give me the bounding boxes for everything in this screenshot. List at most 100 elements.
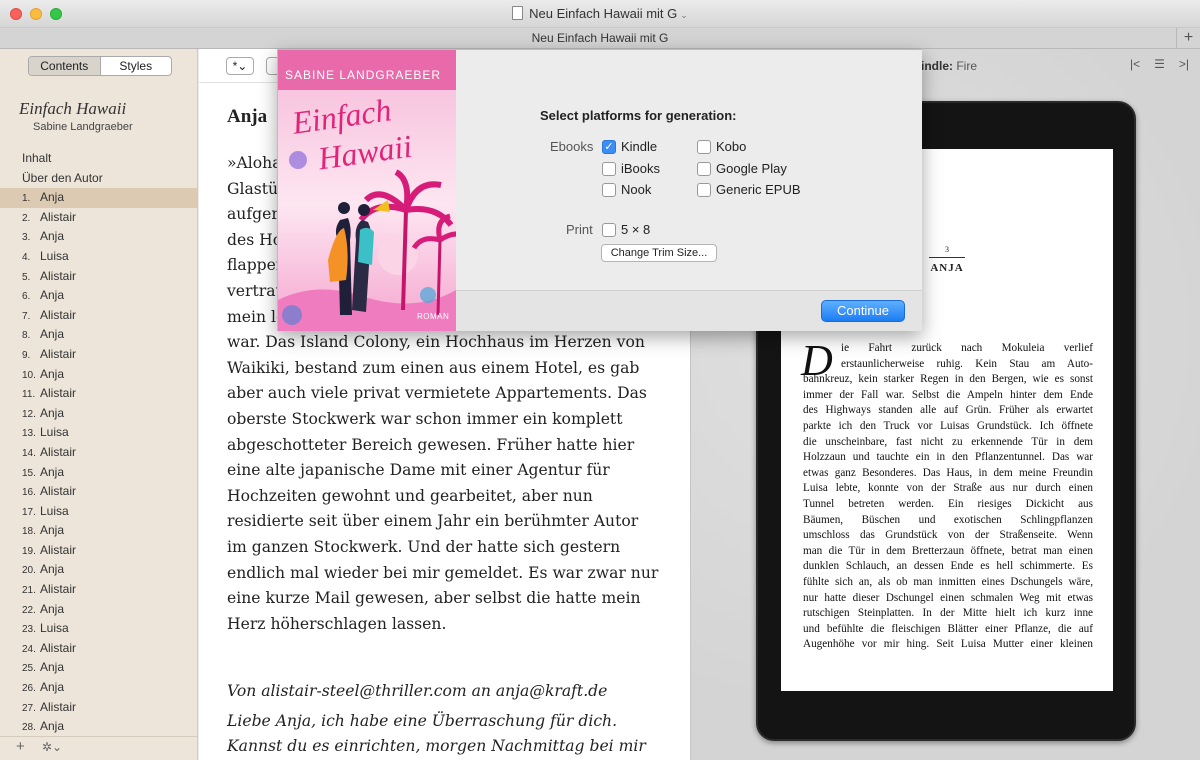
sidebar-item[interactable]: 7. Alistair bbox=[0, 306, 197, 326]
first-page-icon[interactable]: |< bbox=[1130, 57, 1140, 71]
sidebar-item-number: 5. bbox=[22, 271, 31, 283]
sidebar-item-number: 28. bbox=[22, 722, 36, 734]
sidebar-item[interactable]: 14. Alistair bbox=[0, 443, 197, 463]
sidebar-item[interactable]: 20. Anja bbox=[0, 560, 197, 580]
sidebar-item[interactable]: 24. Alistair bbox=[0, 639, 197, 659]
window-title-area[interactable]: Neu Einfach Hawaii mit G ⌄ bbox=[0, 6, 1200, 21]
sidebar-item[interactable]: 4. Luisa bbox=[0, 247, 197, 267]
sidebar-item[interactable]: Inhalt bbox=[0, 149, 197, 169]
continue-button[interactable]: Continue bbox=[821, 300, 905, 322]
change-trim-size-button[interactable]: Change Trim Size... bbox=[601, 244, 717, 262]
sidebar-item-number: 4. bbox=[22, 251, 31, 263]
sidebar-item[interactable]: 2. Alistair bbox=[0, 208, 197, 228]
sidebar-item[interactable]: 18. Anja bbox=[0, 521, 197, 541]
sidebar-item-label: Anja bbox=[40, 719, 65, 734]
print-5x8-checkbox[interactable]: 5 × 8 bbox=[602, 222, 650, 237]
preview-text-line: etwas ganz Besonderes. Das Haus, in dem … bbox=[803, 466, 1093, 479]
text-line: oberste Stockwerk war schon immer ein ko… bbox=[227, 409, 623, 428]
sidebar-item[interactable]: Über den Autor bbox=[0, 169, 197, 189]
window-title: Neu Einfach Hawaii mit G bbox=[529, 6, 678, 21]
preview-text-line: parkte ich den Truck vor Luisas Grundstü… bbox=[803, 419, 1093, 432]
title-bar: Neu Einfach Hawaii mit G ⌄ bbox=[0, 0, 1200, 28]
email-line: Liebe Anja, ich habe eine Überraschung f… bbox=[227, 711, 618, 730]
sidebar-item[interactable]: 27. Alistair bbox=[0, 698, 197, 718]
sidebar-item[interactable]: 15. Anja bbox=[0, 463, 197, 483]
sidebar-item-number: 13. bbox=[22, 428, 36, 440]
sidebar-item[interactable]: 9. Alistair bbox=[0, 345, 197, 365]
tab-styles[interactable]: Styles bbox=[101, 57, 172, 75]
tab-contents[interactable]: Contents bbox=[29, 57, 101, 75]
dialog-footer: Continue bbox=[456, 290, 922, 331]
email-block[interactable]: Von alistair-steel@thriller.com an anja@… bbox=[227, 679, 667, 760]
book-cover: SABINE LANDGRAEBER Einfach Hawaii ROMAN bbox=[278, 50, 456, 331]
sidebar-item-number: 17. bbox=[22, 506, 36, 518]
list-icon[interactable]: ☰ bbox=[1154, 57, 1165, 71]
sidebar-item[interactable]: 12. Anja bbox=[0, 404, 197, 424]
sidebar-item-label: Anja bbox=[40, 327, 65, 342]
google-play-checkbox[interactable]: Google Play bbox=[697, 161, 787, 176]
sidebar-item-number: 25. bbox=[22, 663, 36, 675]
sidebar-item[interactable]: 16. Alistair bbox=[0, 482, 197, 502]
chevron-down-icon: ⌄ bbox=[680, 10, 688, 20]
sidebar-item-number: 14. bbox=[22, 447, 36, 459]
cover-author: SABINE LANDGRAEBER bbox=[285, 68, 442, 82]
sidebar-item[interactable]: 6. Anja bbox=[0, 286, 197, 306]
sidebar-item[interactable]: 13. Luisa bbox=[0, 423, 197, 443]
checkbox-box bbox=[602, 222, 616, 237]
sidebar-item[interactable]: 10. Anja bbox=[0, 365, 197, 385]
sidebar-item[interactable]: 21. Alistair bbox=[0, 580, 197, 600]
sidebar-item-number: 16. bbox=[22, 487, 36, 499]
dialog-heading: Select platforms for generation: bbox=[540, 108, 737, 123]
preview-text-line: immer der Fall war. Selbst die Ampeln hi… bbox=[803, 388, 1093, 401]
generic-epub-checkbox[interactable]: Generic EPUB bbox=[697, 182, 801, 197]
sidebar-item-number: 27. bbox=[22, 702, 36, 714]
checkbox-box bbox=[602, 182, 616, 197]
sidebar-item-label: Alistair bbox=[40, 484, 77, 499]
sidebar-item[interactable]: 26. Anja bbox=[0, 678, 197, 698]
sidebar-item-number: 1. bbox=[22, 193, 31, 205]
kindle-label: Kindle bbox=[621, 139, 658, 154]
sidebar-item[interactable]: 5. Alistair bbox=[0, 267, 197, 287]
email-header: Von alistair-steel@thriller.com an anja@… bbox=[227, 682, 608, 700]
email-line: Kannst du es einrichten, morgen Nachmitt… bbox=[227, 737, 646, 756]
kindle-checkbox[interactable]: ✓ Kindle bbox=[602, 139, 657, 154]
sidebar-item-number: 22. bbox=[22, 604, 36, 616]
last-page-icon[interactable]: >| bbox=[1179, 57, 1189, 71]
device-selector[interactable]: indle: Fire bbox=[921, 59, 977, 73]
nook-checkbox[interactable]: Nook bbox=[602, 182, 651, 197]
gear-icon[interactable]: ✲⌄ bbox=[42, 740, 62, 754]
sidebar-item[interactable]: 23. Luisa bbox=[0, 619, 197, 639]
text-line: Waikiki, bestand zum einen aus einem Hot… bbox=[227, 358, 640, 377]
device-name: Fire bbox=[956, 59, 978, 73]
tab-title[interactable]: Neu Einfach Hawaii mit G bbox=[0, 31, 1200, 45]
print-label: Print bbox=[566, 222, 593, 237]
sidebar-item-number: 21. bbox=[22, 585, 36, 597]
checkbox-box bbox=[697, 161, 711, 176]
sidebar-item[interactable]: 17. Luisa bbox=[0, 502, 197, 522]
preview-text: ie Fahrt zurück nach Mokuleia verlief ers… bbox=[803, 341, 1093, 653]
sidebar-item-number: 19. bbox=[22, 545, 36, 557]
book-title[interactable]: Einfach Hawaii bbox=[19, 99, 126, 119]
new-tab-button[interactable]: + bbox=[1176, 28, 1200, 49]
checkbox-box bbox=[602, 161, 616, 176]
sidebar-item[interactable]: 25. Anja bbox=[0, 658, 197, 678]
sidebar-item-label: Anja bbox=[40, 601, 65, 616]
text-line: Herz höherschlagen lassen. bbox=[227, 614, 447, 633]
preview-text-line: umschloss das Grundstück von der Straßen… bbox=[803, 529, 1093, 542]
chapter-heading[interactable]: Anja bbox=[227, 106, 267, 128]
ibooks-checkbox[interactable]: iBooks bbox=[602, 161, 660, 176]
sidebar-item[interactable]: 28. Anja bbox=[0, 717, 197, 737]
kobo-checkbox[interactable]: Kobo bbox=[697, 139, 746, 154]
sidebar-item[interactable]: 8. Anja bbox=[0, 325, 197, 345]
add-section-button[interactable]: + bbox=[16, 738, 25, 755]
text-line: Hochzeiten gewohnt und gearbeitet, aber … bbox=[227, 486, 593, 505]
style-menu-button[interactable]: *⌄ bbox=[226, 57, 254, 75]
sidebar-item[interactable]: 3. Anja bbox=[0, 227, 197, 247]
sidebar-item[interactable]: 1. Anja bbox=[0, 188, 197, 208]
sidebar-item[interactable]: 11. Alistair bbox=[0, 384, 197, 404]
sidebar-item[interactable]: 19. Alistair bbox=[0, 541, 197, 561]
sidebar-item-label: Alistair bbox=[40, 268, 77, 283]
sidebar-item-label: Alistair bbox=[40, 386, 77, 401]
sidebar-item-label: Alistair bbox=[40, 582, 77, 597]
sidebar-item[interactable]: 22. Anja bbox=[0, 600, 197, 620]
